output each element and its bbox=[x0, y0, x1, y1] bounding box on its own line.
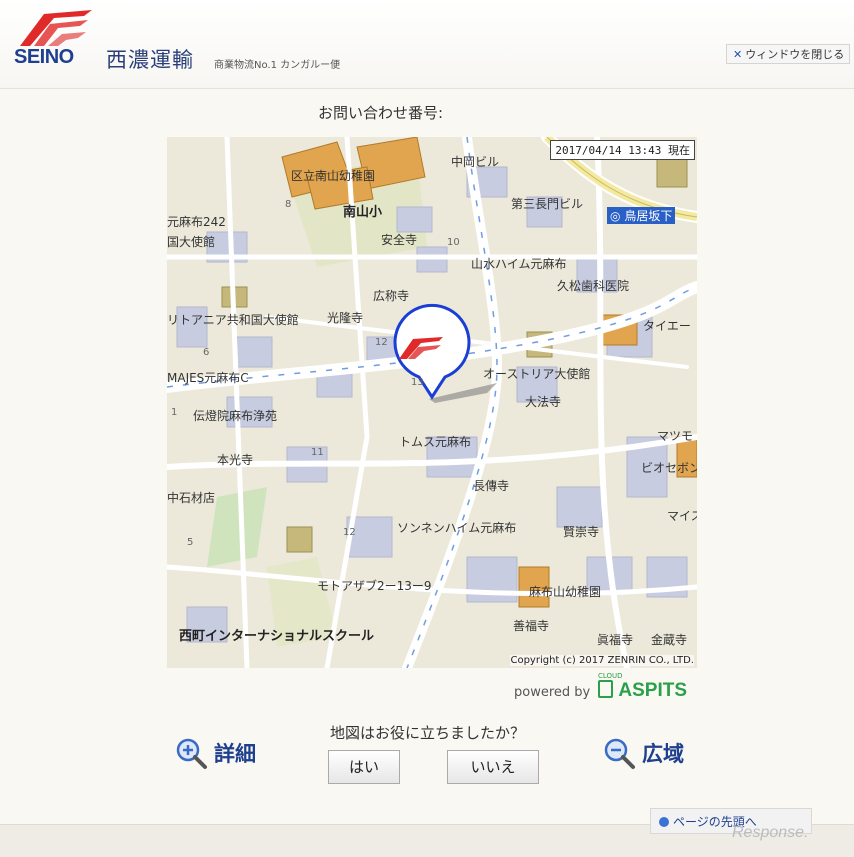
map-label: 賢崇寺 bbox=[563, 525, 600, 539]
map-view[interactable]: 区立南山幼稚園 中岡ビル 南山小 安全寺 第三長門ビル ◎ 鳥居坂下 元麻布24… bbox=[167, 137, 697, 668]
close-window-label: ウィンドウを閉じる bbox=[745, 48, 845, 61]
brand-japanese-name: 西濃運輸 bbox=[106, 48, 194, 72]
map-label: 伝燈院麻布浄苑 bbox=[193, 409, 278, 423]
map-label: 光隆寺 bbox=[327, 311, 364, 325]
aspits-mark-icon bbox=[598, 680, 614, 698]
arrow-up-icon bbox=[659, 817, 669, 827]
map-label: 長傳寺 bbox=[473, 479, 510, 493]
map-label: 善福寺 bbox=[513, 619, 550, 633]
map-label: 広称寺 bbox=[373, 289, 410, 303]
block-number: 12 bbox=[343, 527, 356, 538]
close-icon: ✕ bbox=[733, 48, 743, 61]
feedback-question: 地図はお役に立ちましたか？ bbox=[330, 724, 526, 742]
block-number: 10 bbox=[447, 237, 460, 248]
powered-by-cloud: CLOUD bbox=[598, 672, 623, 680]
map-label: 区立南山幼稚園 bbox=[291, 169, 376, 183]
map-label: タイエー bbox=[643, 319, 691, 333]
map-label: 本光寺 bbox=[217, 453, 254, 467]
map-label: モトアザブ2ー13ー9 bbox=[317, 579, 432, 593]
close-window-button[interactable]: ✕ ウィンドウを閉じる bbox=[726, 44, 850, 64]
map-timestamp: 2017/04/14 13:43 現在 bbox=[550, 140, 695, 160]
zoom-out-icon bbox=[604, 738, 635, 769]
zoom-in-label: 詳細 bbox=[214, 742, 256, 766]
block-number: 6 bbox=[203, 347, 210, 358]
zoom-out-label: 広域 bbox=[642, 742, 684, 766]
map-label: トムス元麻布 bbox=[399, 435, 472, 449]
zoom-out-button[interactable]: 広域 bbox=[602, 736, 684, 770]
page-header: SEINO 西濃運輸 商業物流No.1 カンガルー便 ✕ ウィンドウを閉じる bbox=[0, 0, 854, 89]
map-label: 第三長門ビル bbox=[511, 197, 584, 211]
block-number: 13 bbox=[411, 377, 424, 388]
no-button[interactable]: いいえ bbox=[447, 750, 539, 784]
aspits-name: ASPITS bbox=[618, 680, 687, 701]
watermark: Response. bbox=[732, 824, 809, 841]
station-icon: ◎ bbox=[610, 209, 621, 223]
map-label: 中岡ビル bbox=[451, 155, 500, 169]
map-label: 南山小 bbox=[343, 205, 383, 220]
block-number: 8 bbox=[285, 199, 292, 210]
brand-logo-text: SEINO bbox=[14, 46, 74, 68]
block-number: 5 bbox=[187, 537, 194, 548]
station-name: 鳥居坂下 bbox=[624, 209, 673, 223]
map-label: オーストリア大使館 bbox=[483, 367, 591, 381]
brand-tagline: 商業物流No.1 カンガルー便 bbox=[214, 60, 341, 71]
map-label: リトアニア共和国大使館 bbox=[167, 313, 299, 327]
map-label: 元麻布242 bbox=[167, 215, 226, 229]
map-label: 金蔵寺 bbox=[651, 633, 688, 647]
inquiry-number-label: お問い合わせ番号: bbox=[318, 104, 444, 122]
zoom-in-button[interactable]: 詳細 bbox=[174, 736, 256, 770]
map-label: 眞福寺 bbox=[597, 633, 634, 647]
block-number: 12 bbox=[375, 337, 388, 348]
map-label: 大法寺 bbox=[525, 395, 562, 409]
map-label: 国大使館 bbox=[167, 235, 216, 249]
map-label: ソンネンハイム元麻布 bbox=[397, 521, 517, 535]
map-label: 西町インターナショナルスクール bbox=[179, 629, 375, 644]
map-label: 久松歯科医院 bbox=[557, 279, 630, 293]
station-label: ◎ 鳥居坂下 bbox=[607, 207, 676, 224]
map-label: マイス bbox=[667, 509, 697, 523]
map-label: 安全寺 bbox=[381, 233, 418, 247]
map-copyright: Copyright (c) 2017 ZENRIN CO., LTD. bbox=[510, 655, 694, 666]
map-label: 中石材店 bbox=[167, 491, 216, 505]
map-label: マツモト bbox=[657, 429, 697, 443]
block-number: 11 bbox=[311, 447, 324, 458]
yes-button[interactable]: はい bbox=[328, 750, 400, 784]
powered-by-prefix: powered by bbox=[514, 685, 591, 700]
map-label: 山水ハイム元麻布 bbox=[471, 257, 567, 271]
map-label: MAJES元麻布C bbox=[167, 371, 249, 385]
zoom-in-icon bbox=[176, 738, 207, 769]
aspits-logo: ASPITS bbox=[598, 680, 687, 701]
kangaroo-logo-icon bbox=[20, 10, 92, 46]
map-label: ビオセボン bbox=[641, 461, 697, 475]
block-number: 1 bbox=[171, 407, 178, 418]
powered-by: powered by CLOUD ASPITS bbox=[514, 672, 687, 702]
map-label: 麻布山幼稚園 bbox=[529, 585, 602, 599]
